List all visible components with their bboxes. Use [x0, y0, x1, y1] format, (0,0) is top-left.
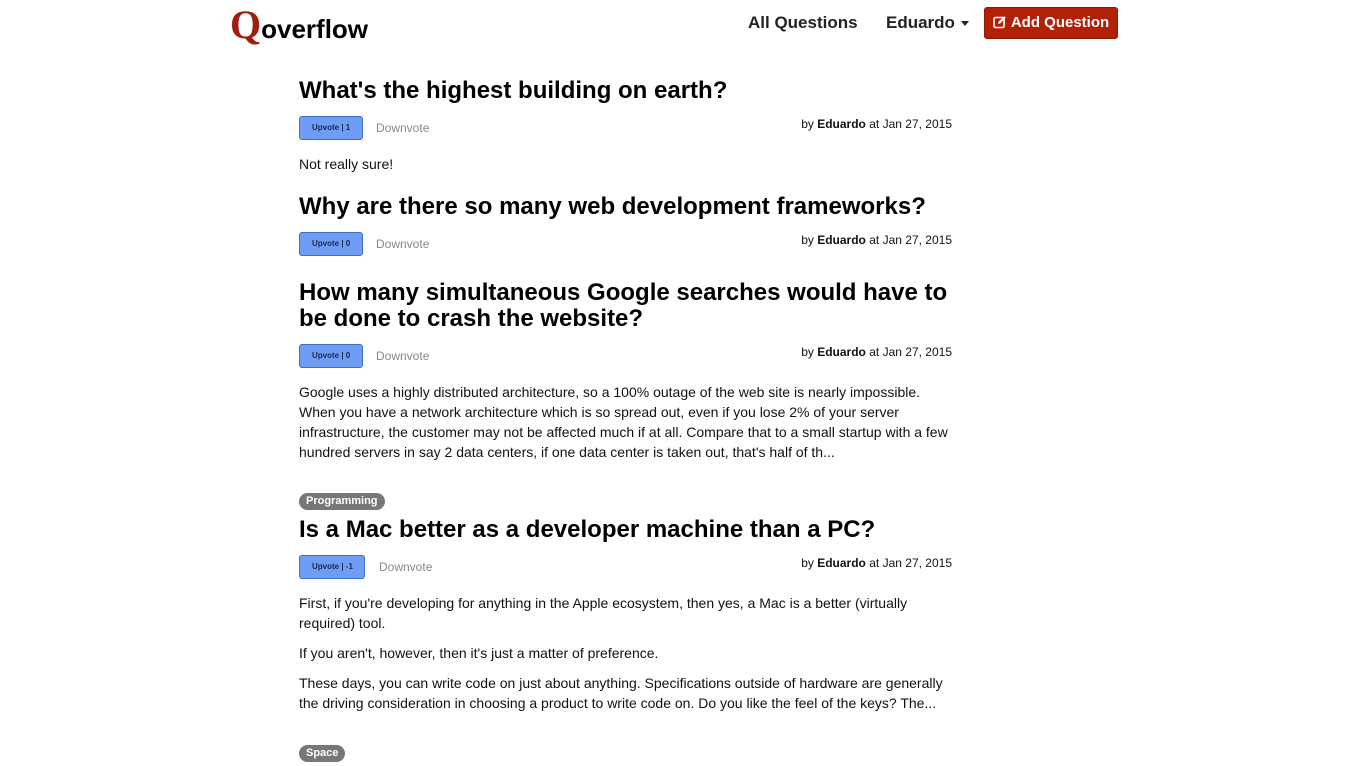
user-menu-dropdown[interactable]: Eduardo — [886, 13, 969, 33]
author-name[interactable]: Eduardo — [817, 345, 866, 359]
question-item: Why are there so many web development fr… — [299, 194, 952, 256]
question-byline: by Eduardo at Jan 27, 2015 — [801, 233, 952, 247]
edit-icon — [993, 16, 1006, 29]
question-title[interactable]: Why are there so many web development fr… — [299, 194, 952, 220]
brand-name: overflow — [261, 14, 369, 44]
question-date: Jan 27, 2015 — [882, 345, 952, 359]
question-item: What's the highest building on earth? Up… — [299, 78, 952, 174]
answer-excerpt: First, if you're developing for anything… — [299, 593, 952, 713]
upvote-button[interactable]: Upvote | 1 — [299, 116, 363, 140]
by-label: by — [801, 345, 814, 359]
answer-excerpt: Google uses a highly distributed archite… — [299, 382, 952, 462]
at-label: at — [869, 556, 880, 570]
author-name[interactable]: Eduardo — [817, 556, 866, 570]
question-feed: What's the highest building on earth? Up… — [299, 78, 952, 762]
upvote-button[interactable]: Upvote | 0 — [299, 344, 363, 368]
question-byline: by Eduardo at Jan 27, 2015 — [801, 556, 952, 570]
downvote-link[interactable]: Downvote — [379, 560, 432, 574]
nav-all-questions[interactable]: All Questions — [748, 13, 858, 33]
downvote-link[interactable]: Downvote — [376, 237, 429, 251]
at-label: at — [869, 117, 880, 131]
answer-paragraph: Not really sure! — [299, 156, 394, 172]
answer-paragraph: First, if you're developing for anything… — [299, 595, 908, 631]
question-title[interactable]: How many simultaneous Google searches wo… — [299, 280, 952, 332]
question-byline: by Eduardo at Jan 27, 2015 — [801, 345, 952, 359]
upvote-button[interactable]: Upvote | -1 — [299, 555, 365, 579]
user-name: Eduardo — [886, 13, 955, 32]
vote-row: Upvote | 1 Downvote by Eduardo at Jan 27… — [299, 116, 952, 140]
by-label: by — [801, 556, 814, 570]
question-date: Jan 27, 2015 — [882, 117, 952, 131]
question-date: Jan 27, 2015 — [882, 556, 952, 570]
question-date: Jan 27, 2015 — [882, 233, 952, 247]
downvote-link[interactable]: Downvote — [376, 349, 429, 363]
question-title[interactable]: What's the highest building on earth? — [299, 78, 952, 104]
category-tag[interactable]: Space — [299, 745, 346, 762]
brand-q-letter: Q — [230, 2, 262, 47]
question-title[interactable]: Is a Mac better as a developer machine t… — [299, 517, 952, 543]
question-item: How many simultaneous Google searches wo… — [299, 280, 952, 462]
author-name[interactable]: Eduardo — [817, 117, 866, 131]
vote-row: Upvote | 0 Downvote by Eduardo at Jan 27… — [299, 344, 952, 368]
add-question-label: Add Question — [1010, 14, 1110, 31]
answer-excerpt: Not really sure! — [299, 154, 952, 174]
at-label: at — [869, 233, 880, 247]
author-name[interactable]: Eduardo — [817, 233, 866, 247]
answer-paragraph: Google uses a highly distributed archite… — [299, 384, 948, 460]
caret-down-icon — [960, 21, 969, 27]
answer-paragraph: If you aren't, however, then it's just a… — [299, 645, 659, 661]
downvote-link[interactable]: Downvote — [376, 121, 429, 135]
upvote-button[interactable]: Upvote | 0 — [299, 232, 363, 256]
vote-row: Upvote | 0 Downvote by Eduardo at Jan 27… — [299, 232, 952, 256]
question-item: Space — [299, 743, 952, 762]
by-label: by — [801, 117, 814, 131]
brand-logo[interactable]: Qoverflow — [230, 3, 368, 51]
by-label: by — [801, 233, 814, 247]
vote-row: Upvote | -1 Downvote by Eduardo at Jan 2… — [299, 555, 952, 579]
question-byline: by Eduardo at Jan 27, 2015 — [801, 117, 952, 131]
category-tag[interactable]: Programming — [299, 493, 385, 510]
answer-paragraph: These days, you can write code on just a… — [299, 675, 943, 711]
question-item: Programming Is a Mac better as a develop… — [299, 491, 952, 713]
add-question-button[interactable]: Add Question — [984, 7, 1118, 39]
at-label: at — [869, 345, 880, 359]
navbar: Qoverflow All Questions Eduardo Add Ques… — [0, 0, 1350, 50]
